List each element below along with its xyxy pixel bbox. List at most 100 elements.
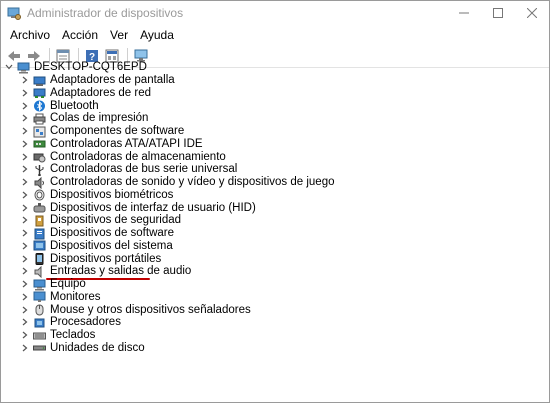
tree-category[interactable]: Procesadores: [21, 316, 121, 329]
menu-accion[interactable]: Acción: [56, 25, 104, 45]
tree-category[interactable]: Mouse y otros dispositivos señaladores: [21, 304, 251, 317]
tree-category[interactable]: Teclados: [21, 329, 95, 342]
usb-icon: [33, 164, 46, 177]
tree-category[interactable]: Adaptadores de red: [21, 87, 151, 100]
tree-category-label: Controladoras de almacenamiento: [50, 150, 226, 163]
chevron-right-icon[interactable]: [21, 176, 29, 188]
chevron-right-icon[interactable]: [21, 74, 29, 86]
tree-category[interactable]: Colas de impresión: [21, 112, 148, 125]
tree-category-label: Dispositivos portátiles: [50, 252, 162, 265]
chevron-right-icon[interactable]: [21, 329, 29, 341]
tree-category-label: Equipo: [50, 278, 86, 290]
chevron-right-icon[interactable]: [21, 240, 29, 252]
display-adapter-icon: [33, 75, 46, 87]
processor-icon: [33, 317, 46, 329]
tree-category-label: Dispositivos biométricos: [50, 188, 174, 201]
device-manager-window: Administrador de dispositivos Archivo Ac…: [0, 0, 550, 403]
tree-category-label: Dispositivos de seguridad: [50, 214, 182, 227]
chevron-right-icon[interactable]: [21, 100, 29, 112]
chevron-right-icon[interactable]: [21, 151, 29, 163]
chevron-right-icon[interactable]: [21, 291, 29, 303]
portable-device-icon: [33, 253, 46, 265]
chevron-right-icon[interactable]: [21, 253, 29, 265]
chevron-down-icon[interactable]: [5, 61, 13, 73]
tree-category[interactable]: Dispositivos del sistema: [21, 240, 173, 253]
software-component-icon: [33, 126, 46, 138]
monitor-icon: [33, 291, 46, 303]
tree-category[interactable]: Dispositivos de seguridad: [21, 214, 181, 227]
tree-root[interactable]: DESKTOP-CQT6EPD: [5, 61, 147, 74]
tree-category[interactable]: Controladoras de sonido y vídeo y dispos…: [21, 176, 334, 189]
tree-category[interactable]: Dispositivos de interfaz de usuario (HID…: [21, 202, 256, 215]
device-manager-app-icon: [7, 6, 21, 20]
speaker-icon: [33, 265, 46, 278]
tree-category-label: Controladoras ATA/ATAPI IDE: [50, 137, 203, 150]
tree-category[interactable]: Controladoras de bus serie universal: [21, 163, 238, 177]
software-device-icon: [33, 228, 46, 240]
chevron-right-icon[interactable]: [21, 202, 29, 214]
close-icon[interactable]: [515, 1, 549, 25]
tree-category-label: Unidades de disco: [50, 341, 145, 354]
chevron-right-icon[interactable]: [21, 163, 29, 175]
tree-category-label: Adaptadores de pantalla: [50, 74, 175, 86]
tree-category-label: Monitores: [50, 290, 101, 303]
tree-category[interactable]: Bluetooth: [21, 100, 99, 113]
tree-category-label: Procesadores: [50, 316, 121, 329]
tree-category-label: Entradas y salidas de audio: [50, 265, 192, 278]
tree-category-label: Dispositivos del sistema: [50, 239, 173, 252]
chevron-right-icon[interactable]: [21, 112, 29, 124]
tree-category[interactable]: Controladoras de almacenamiento: [21, 151, 226, 164]
tree-category-label: Componentes de software: [50, 125, 185, 137]
maximize-icon[interactable]: [481, 1, 515, 25]
device-tree: DESKTOP-CQT6EPD Adaptadores de pantalla A…: [1, 61, 549, 402]
menu-ver[interactable]: Ver: [104, 25, 134, 45]
bluetooth-icon: [33, 100, 46, 112]
tree-category[interactable]: Adaptadores de pantalla: [21, 74, 175, 87]
tree-category-label: Controladoras de bus serie universal: [50, 163, 238, 176]
tree-category-label: Dispositivos de interfaz de usuario (HID…: [50, 201, 256, 214]
tree-category[interactable]: Dispositivos portátiles: [21, 253, 161, 266]
window-title: Administrador de dispositivos: [27, 6, 184, 20]
tree-category[interactable]: Equipo: [21, 278, 86, 291]
chevron-right-icon[interactable]: [21, 316, 29, 328]
ide-controller-icon: [33, 138, 46, 150]
menu-archivo[interactable]: Archivo: [4, 25, 56, 45]
biometric-icon: [33, 189, 46, 201]
tree-category[interactable]: Componentes de software: [21, 125, 184, 138]
printer-icon: [33, 113, 46, 125]
tree-category[interactable]: Entradas y salidas de audio: [21, 265, 191, 278]
tree-category[interactable]: Dispositivos biométricos: [21, 189, 173, 202]
minimize-icon[interactable]: [447, 1, 481, 25]
chevron-right-icon[interactable]: [21, 278, 29, 290]
keyboard-icon: [33, 330, 46, 342]
chevron-right-icon[interactable]: [21, 342, 29, 354]
tree-category-label: Teclados: [50, 329, 96, 341]
chevron-right-icon[interactable]: [21, 265, 29, 277]
tree-category-label: Adaptadores de red: [50, 86, 152, 99]
tree-category-label: Dispositivos de software: [50, 227, 174, 239]
root-label: DESKTOP-CQT6EPD: [34, 61, 147, 73]
tree-category[interactable]: Controladoras ATA/ATAPI IDE: [21, 138, 203, 151]
security-device-icon: [33, 215, 46, 227]
chevron-right-icon[interactable]: [21, 227, 29, 239]
disk-drive-icon: [33, 342, 46, 354]
title-bar[interactable]: Administrador de dispositivos: [1, 1, 549, 25]
tree-category-label: Bluetooth: [50, 99, 99, 112]
sound-icon: [33, 176, 46, 189]
chevron-right-icon[interactable]: [21, 125, 29, 137]
menu-ayuda[interactable]: Ayuda: [134, 25, 180, 45]
mouse-icon: [33, 304, 46, 316]
chevron-right-icon[interactable]: [21, 138, 29, 150]
tree-category-label: Colas de impresión: [50, 112, 149, 125]
chevron-right-icon[interactable]: [21, 87, 29, 99]
chevron-right-icon[interactable]: [21, 214, 29, 226]
tree-category-label: Mouse y otros dispositivos señaladores: [50, 303, 251, 316]
hid-icon: [33, 202, 46, 214]
tree-category[interactable]: Monitores: [21, 291, 101, 304]
system-device-icon: [33, 240, 46, 252]
chevron-right-icon[interactable]: [21, 304, 29, 316]
tree-category[interactable]: Unidades de disco: [21, 342, 145, 355]
chevron-right-icon[interactable]: [21, 189, 29, 201]
menu-bar: Archivo Acción Ver Ayuda: [1, 25, 549, 45]
tree-category[interactable]: Dispositivos de software: [21, 227, 174, 240]
